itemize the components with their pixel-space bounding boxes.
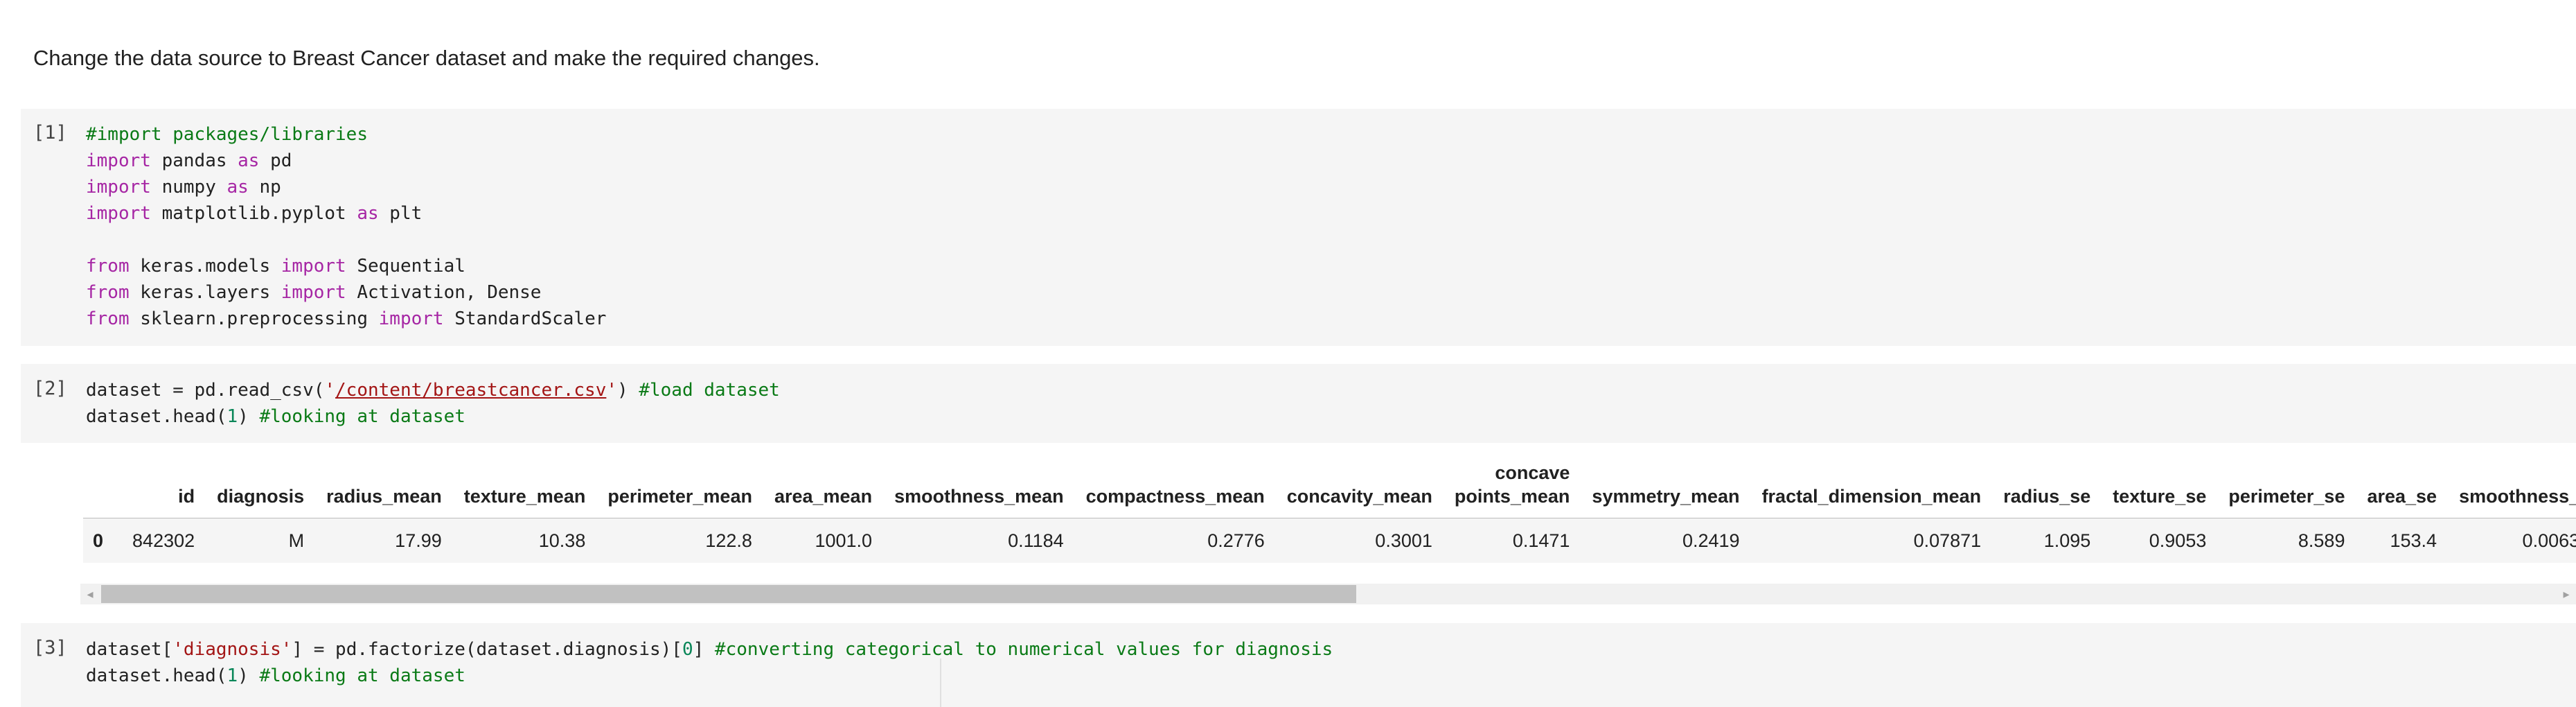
code-line: dataset.head(1) #looking at dataset — [86, 665, 465, 686]
column-header: symmetry_mean — [1581, 461, 1751, 518]
table-cell: 8.589 — [2217, 518, 2356, 563]
column-header: id — [121, 461, 206, 518]
column-header: radius_se — [1992, 461, 2102, 518]
code-cell-2[interactable]: [2] dataset = pd.read_csv('/content/brea… — [21, 364, 2576, 443]
column-header: radius_mean — [315, 461, 453, 518]
column-header: fractal_dimension_mean — [1750, 461, 1993, 518]
column-header: perimeter_mean — [596, 461, 763, 518]
table-cell: 0.3001 — [1275, 518, 1444, 563]
code-line: dataset['diagnosis'] = pd.factorize(data… — [86, 639, 1333, 660]
scroll-left-icon[interactable]: ◂ — [80, 584, 100, 604]
column-header: texture_mean — [452, 461, 597, 518]
cursor-divider — [940, 658, 941, 707]
column-header: perimeter_se — [2217, 461, 2356, 518]
file-path-link[interactable]: /content/breastcancer.csv — [335, 380, 606, 401]
code-editor[interactable]: #import packages/libraries import pandas… — [86, 121, 606, 332]
code-line: import numpy as np — [86, 177, 281, 198]
table-cell: 842302 — [121, 518, 206, 563]
column-header: area_mean — [763, 461, 884, 518]
table-cell: 0.07871 — [1750, 518, 1993, 563]
cell-prompt: [1] — [33, 122, 67, 143]
table-cell: 0.006399 — [2448, 518, 2576, 563]
code-cell-3[interactable]: [3] dataset['diagnosis'] = pd.factorize(… — [21, 623, 2576, 707]
table-header-row: id diagnosis radius_mean texture_mean pe… — [83, 461, 2576, 518]
table-cell: 0.9053 — [2102, 518, 2218, 563]
table-cell: 122.8 — [596, 518, 763, 563]
code-comment: #import packages/libraries — [86, 124, 368, 145]
cell-prompt: [3] — [33, 637, 67, 658]
code-editor[interactable]: dataset['diagnosis'] = pd.factorize(data… — [86, 636, 1333, 689]
table-cell: 0.2419 — [1581, 518, 1751, 563]
code-line: dataset.head(1) #looking at dataset — [86, 406, 465, 427]
dataframe-table: id diagnosis radius_mean texture_mean pe… — [83, 461, 2576, 563]
table-cell: 153.4 — [2356, 518, 2449, 563]
column-header: concave points_mean — [1443, 461, 1581, 518]
table-cell: 0.1184 — [883, 518, 1075, 563]
row-index: 0 — [83, 518, 122, 563]
code-line: from sklearn.preprocessing import Standa… — [86, 308, 607, 329]
code-line: import matplotlib.pyplot as plt — [86, 203, 423, 224]
table-cell: 10.38 — [452, 518, 597, 563]
code-editor[interactable]: dataset = pd.read_csv('/content/breastca… — [86, 377, 780, 430]
table-cell: 1001.0 — [763, 518, 884, 563]
index-header — [83, 461, 122, 518]
column-header: concavity_mean — [1275, 461, 1444, 518]
table-cell: 0.1471 — [1443, 518, 1581, 563]
code-line: dataset = pd.read_csv('/content/breastca… — [86, 380, 780, 401]
table-cell: M — [206, 518, 316, 563]
output-dataframe: id diagnosis radius_mean texture_mean pe… — [83, 461, 2576, 579]
table-cell: 1.095 — [1992, 518, 2102, 563]
code-cell-1[interactable]: [1] #import packages/libraries import pa… — [21, 109, 2576, 346]
markdown-text: Change the data source to Breast Cancer … — [33, 46, 820, 70]
scrollbar-thumb[interactable] — [101, 585, 1356, 603]
scroll-right-icon[interactable]: ▸ — [2557, 584, 2576, 604]
column-header: texture_se — [2102, 461, 2218, 518]
column-header: smoothness_se — [2448, 461, 2576, 518]
column-header: diagnosis — [206, 461, 316, 518]
horizontal-scrollbar[interactable]: ◂ ▸ — [80, 584, 2576, 604]
code-line: from keras.layers import Activation, Den… — [86, 282, 542, 303]
column-header: smoothness_mean — [883, 461, 1075, 518]
code-line: import pandas as pd — [86, 150, 292, 171]
code-line: from keras.models import Sequential — [86, 256, 465, 277]
table-cell: 0.2776 — [1074, 518, 1276, 563]
column-header: area_se — [2356, 461, 2449, 518]
table-cell: 17.99 — [315, 518, 453, 563]
table-row: 0 842302 M 17.99 10.38 122.8 1001.0 0.11… — [83, 518, 2576, 563]
cell-prompt: [2] — [33, 378, 67, 399]
column-header: compactness_mean — [1074, 461, 1276, 518]
